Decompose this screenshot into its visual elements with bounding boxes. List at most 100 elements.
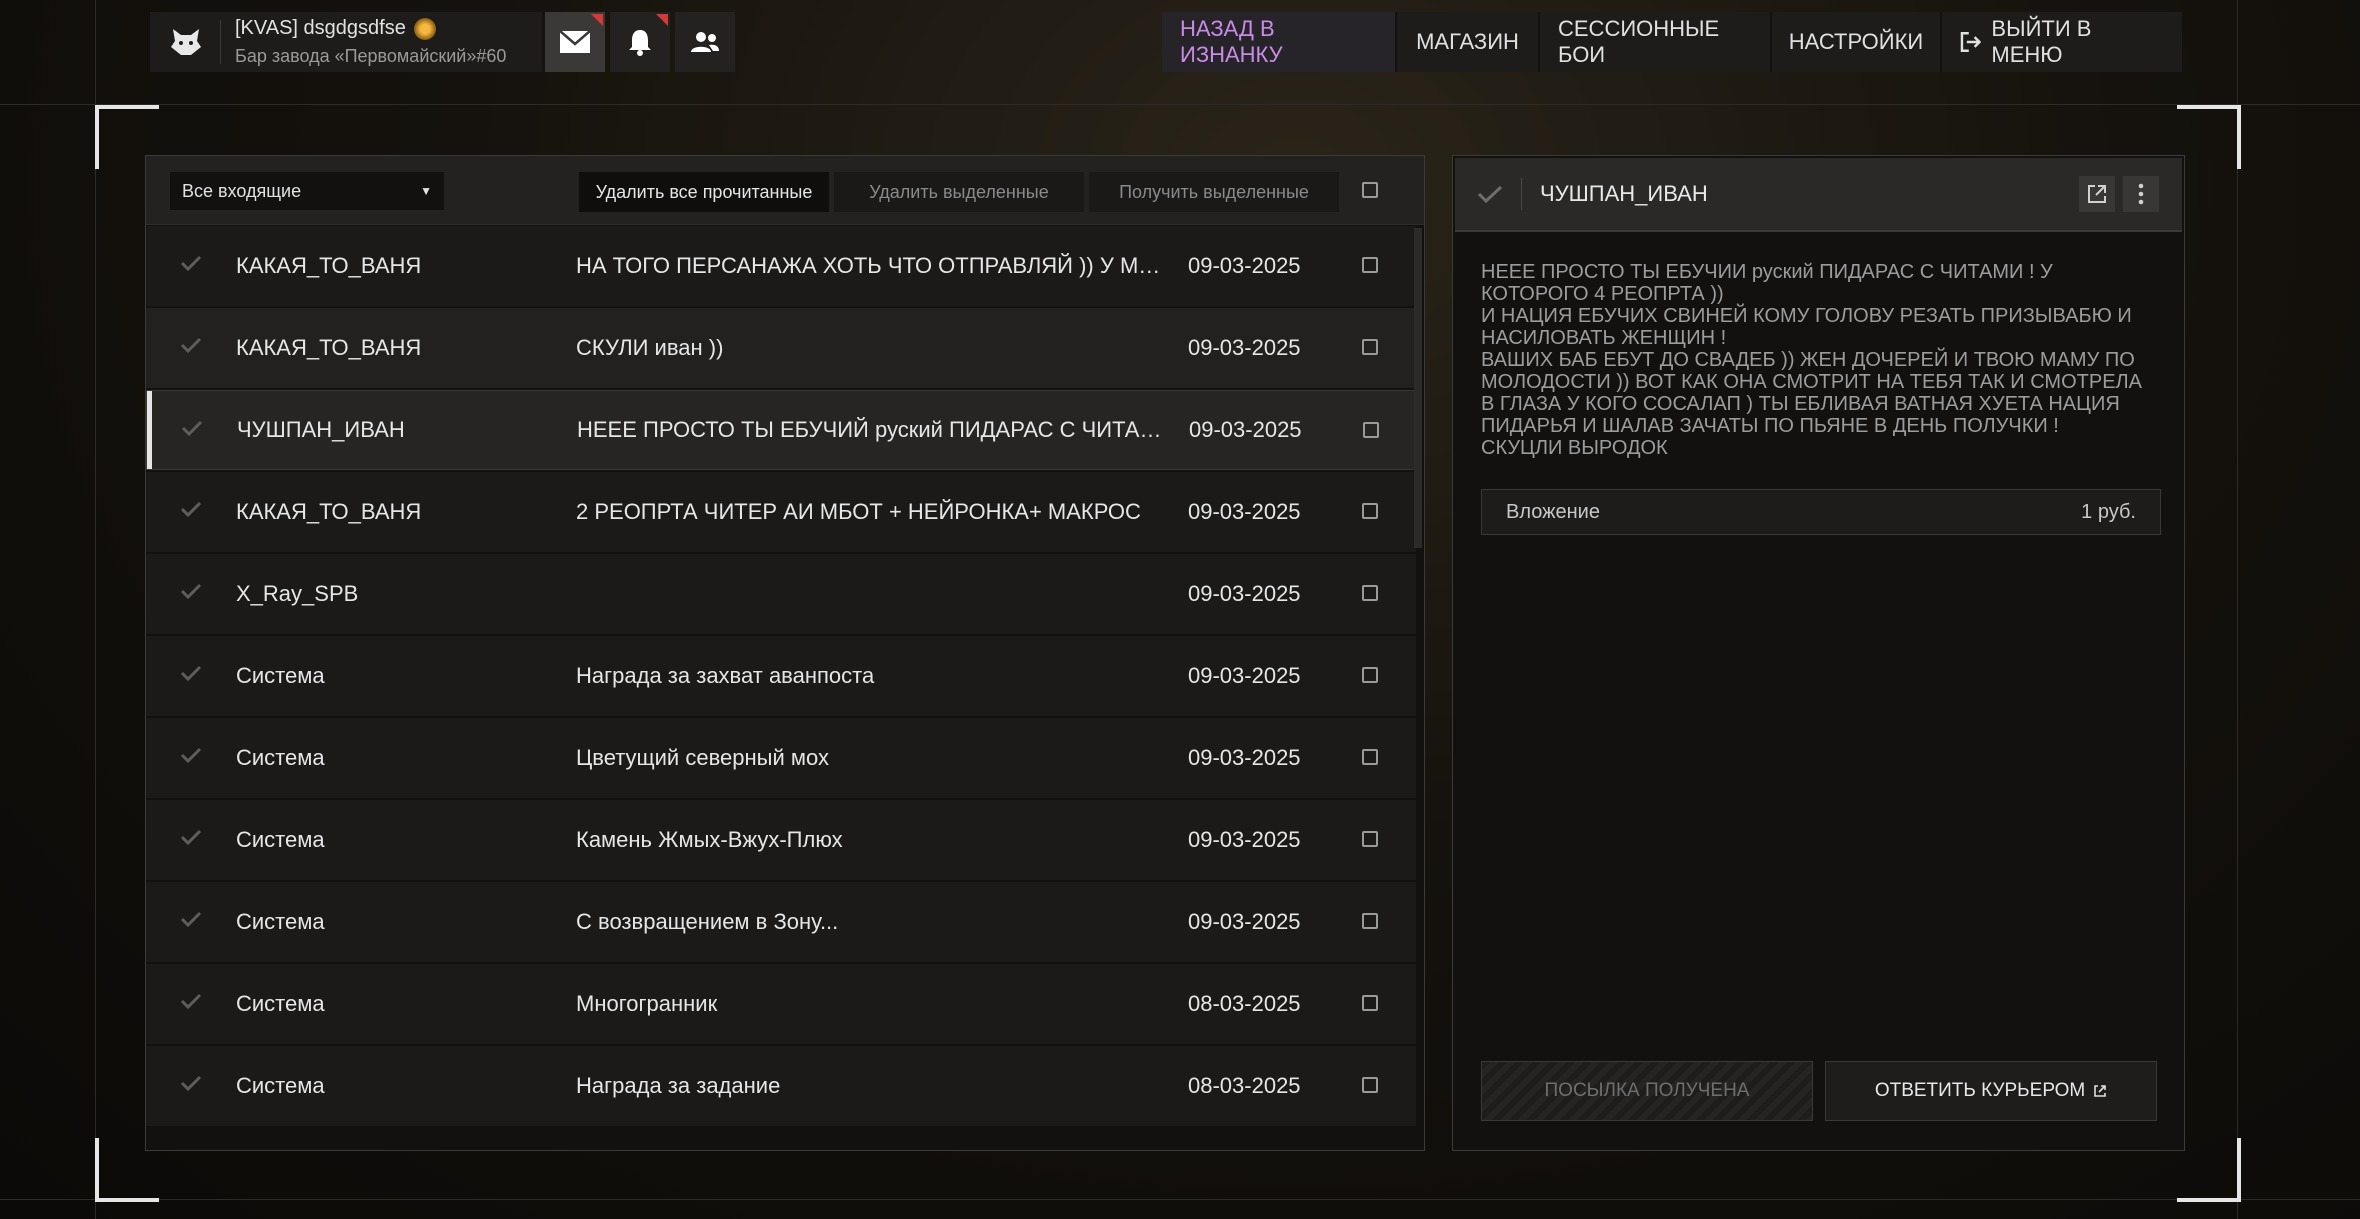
parcel-received-button[interactable]: ПОСЫЛКА ПОЛУЧЕНА [1481,1061,1813,1121]
message-subject: Многогранник [576,991,718,1016]
reply-courier-button[interactable]: ОТВЕТИТЬ КУРЬЕРОМ [1825,1061,2157,1121]
message-row[interactable]: КАКАЯ_ТО_ВАНЯ СКУЛИ иван )) 09-03-2025 [146,308,1416,388]
message-sender: Система [236,827,325,852]
message-subject: НЕЕЕ ПРОСТО ТЫ ЕБУЧИЙ руский ПИДАРАС С Ч… [577,417,1167,442]
notifications-button[interactable] [610,12,670,72]
message-date: 09-03-2025 [1188,253,1301,278]
notification-flag [656,14,668,26]
nav-settings[interactable]: НАСТРОЙКИ [1772,12,1942,72]
message-subject: Камень Жмых-Вжух-Плюх [576,827,843,852]
nav-shop[interactable]: МАГАЗИН [1397,12,1540,72]
check-icon [180,829,202,846]
message-row[interactable]: Система Камень Жмых-Вжух-Плюх 09-03-2025 [146,800,1416,880]
open-external-button[interactable] [2079,176,2115,212]
row-checkbox[interactable] [1362,831,1378,847]
row-checkbox[interactable] [1362,1077,1378,1093]
message-date: 09-03-2025 [1189,417,1302,442]
row-checkbox[interactable] [1363,422,1379,438]
frame-line [95,0,96,1219]
list-scrollbar[interactable] [1414,228,1422,548]
nav-session-battles[interactable]: СЕССИОННЫЕ БОИ [1540,12,1772,72]
inbox-filter-select[interactable]: Все входящие ▼ [170,172,444,210]
wolf-icon [164,20,208,64]
exit-label: ВЫЙТИ В МЕНЮ [1991,16,2092,67]
message-subject: Награда за задание [576,1073,781,1098]
selection-indicator [147,391,152,469]
row-checkbox[interactable] [1362,257,1378,273]
message-date: 08-03-2025 [1188,1073,1301,1098]
row-checkbox[interactable] [1362,339,1378,355]
frame-corner [2177,105,2241,169]
message-sender: X_Ray_SPB [236,581,359,606]
message-sender: КАКАЯ_ТО_ВАНЯ [236,253,422,278]
row-checkbox[interactable] [1362,667,1378,683]
message-subject: 2 РЕОПРТА ЧИТЕР АИ МБОТ + НЕЙРОНКА+ МАКР… [576,499,1141,524]
message-sender: ЧУШПАН_ИВАН [237,417,405,442]
message-date: 09-03-2025 [1188,499,1301,524]
frame-line [0,104,2360,105]
message-date: 09-03-2025 [1188,663,1301,688]
message-row[interactable]: X_Ray_SPB 09-03-2025 [146,554,1416,634]
notification-flag [591,14,603,26]
friends-button[interactable] [675,12,735,72]
external-link-icon [2094,1085,2106,1097]
exit-icon [1960,32,1982,52]
attachment-value: 1 руб. [2081,500,2136,523]
reply-label: ОТВЕТИТЬ КУРЬЕРОМ [1874,1080,2086,1101]
message-subject: СКУЛИ иван )) [576,335,724,360]
get-selected-button[interactable]: Получить выделенные [1089,172,1339,212]
row-checkbox[interactable] [1362,503,1378,519]
message-date: 09-03-2025 [1188,909,1301,934]
nav-back-to-underside[interactable]: НАЗАД В ИЗНАНКУ [1162,12,1397,72]
message-sender: Система [236,745,325,770]
delete-read-button[interactable]: Удалить все прочитанные [579,172,829,212]
check-icon [180,1075,202,1092]
message-row[interactable]: Система Многогранник 08-03-2025 [146,964,1416,1044]
inbox-toolbar: Все входящие ▼ Удалить все прочитанные У… [146,156,1424,225]
row-checkbox[interactable] [1362,585,1378,601]
envelope-icon [559,30,591,53]
frame-line [0,1199,2360,1200]
message-row[interactable]: КАКАЯ_ТО_ВАНЯ 2 РЕОПРТА ЧИТЕР АИ МБОТ + … [146,472,1416,552]
player-profile[interactable]: [KVAS] dsgdgsdfse Бар завода «Первомайск… [150,12,542,72]
message-row[interactable]: Система С возвращением в Зону... 09-03-2… [146,882,1416,962]
message-date: 09-03-2025 [1188,335,1301,360]
player-location: Бар завода «Первомайский»#60 [235,46,507,66]
attachment-row: Вложение 1 руб. [1481,489,2161,535]
more-options-button[interactable] [2123,176,2159,212]
message-date: 09-03-2025 [1188,827,1301,852]
row-checkbox[interactable] [1362,995,1378,1011]
message-date: 09-03-2025 [1188,745,1301,770]
row-checkbox[interactable] [1362,913,1378,929]
message-row-selected[interactable]: ЧУШПАН_ИВАН НЕЕЕ ПРОСТО ТЫ ЕБУЧИЙ руский… [146,390,1416,470]
more-vertical-icon [2138,183,2144,205]
check-icon [181,420,203,437]
check-icon [180,583,202,600]
player-name: [KVAS] dsgdgsdfse [235,17,406,39]
message-row[interactable]: Система Цветущий северный мох 09-03-2025 [146,718,1416,798]
message-subject: С возвращением в Зону... [576,909,839,934]
message-view-panel: ЧУШПАН_ИВАН НЕЕЕ ПРОСТО ТЫ ЕБУЧИИ руский… [1452,155,2185,1151]
check-icon [180,665,202,682]
select-all-checkbox[interactable] [1362,182,1378,198]
message-sender: Система [236,909,325,934]
message-row[interactable]: Система Награда за задание 08-03-2025 [146,1046,1416,1126]
check-icon [180,255,202,272]
message-row[interactable]: КАКАЯ_ТО_ВАНЯ НА ТОГО ПЕРСАНАЖА ХОТЬ ЧТО… [146,226,1416,306]
message-row[interactable]: Система Награда за захват аванпоста 09-0… [146,636,1416,716]
nav-exit-to-menu[interactable]: ВЫЙТИ В МЕНЮ [1942,12,2182,72]
message-sender: КАКАЯ_ТО_ВАНЯ [236,499,422,524]
check-icon [180,993,202,1010]
row-checkbox[interactable] [1362,749,1378,765]
frame-corner [2177,1138,2241,1202]
bell-icon [629,30,651,56]
check-icon [180,747,202,764]
users-icon [691,32,719,52]
mail-button[interactable] [545,12,605,72]
message-list: КАКАЯ_ТО_ВАНЯ НА ТОГО ПЕРСАНАЖА ХОТЬ ЧТО… [146,226,1416,1128]
message-sender: Система [236,1073,325,1098]
message-sender-title: ЧУШПАН_ИВАН [1540,181,1708,206]
message-body: НЕЕЕ ПРОСТО ТЫ ЕБУЧИИ руский ПИДАРАС С Ч… [1481,261,2143,459]
inbox-panel: Все входящие ▼ Удалить все прочитанные У… [145,155,1425,1151]
delete-selected-button[interactable]: Удалить выделенные [834,172,1084,212]
